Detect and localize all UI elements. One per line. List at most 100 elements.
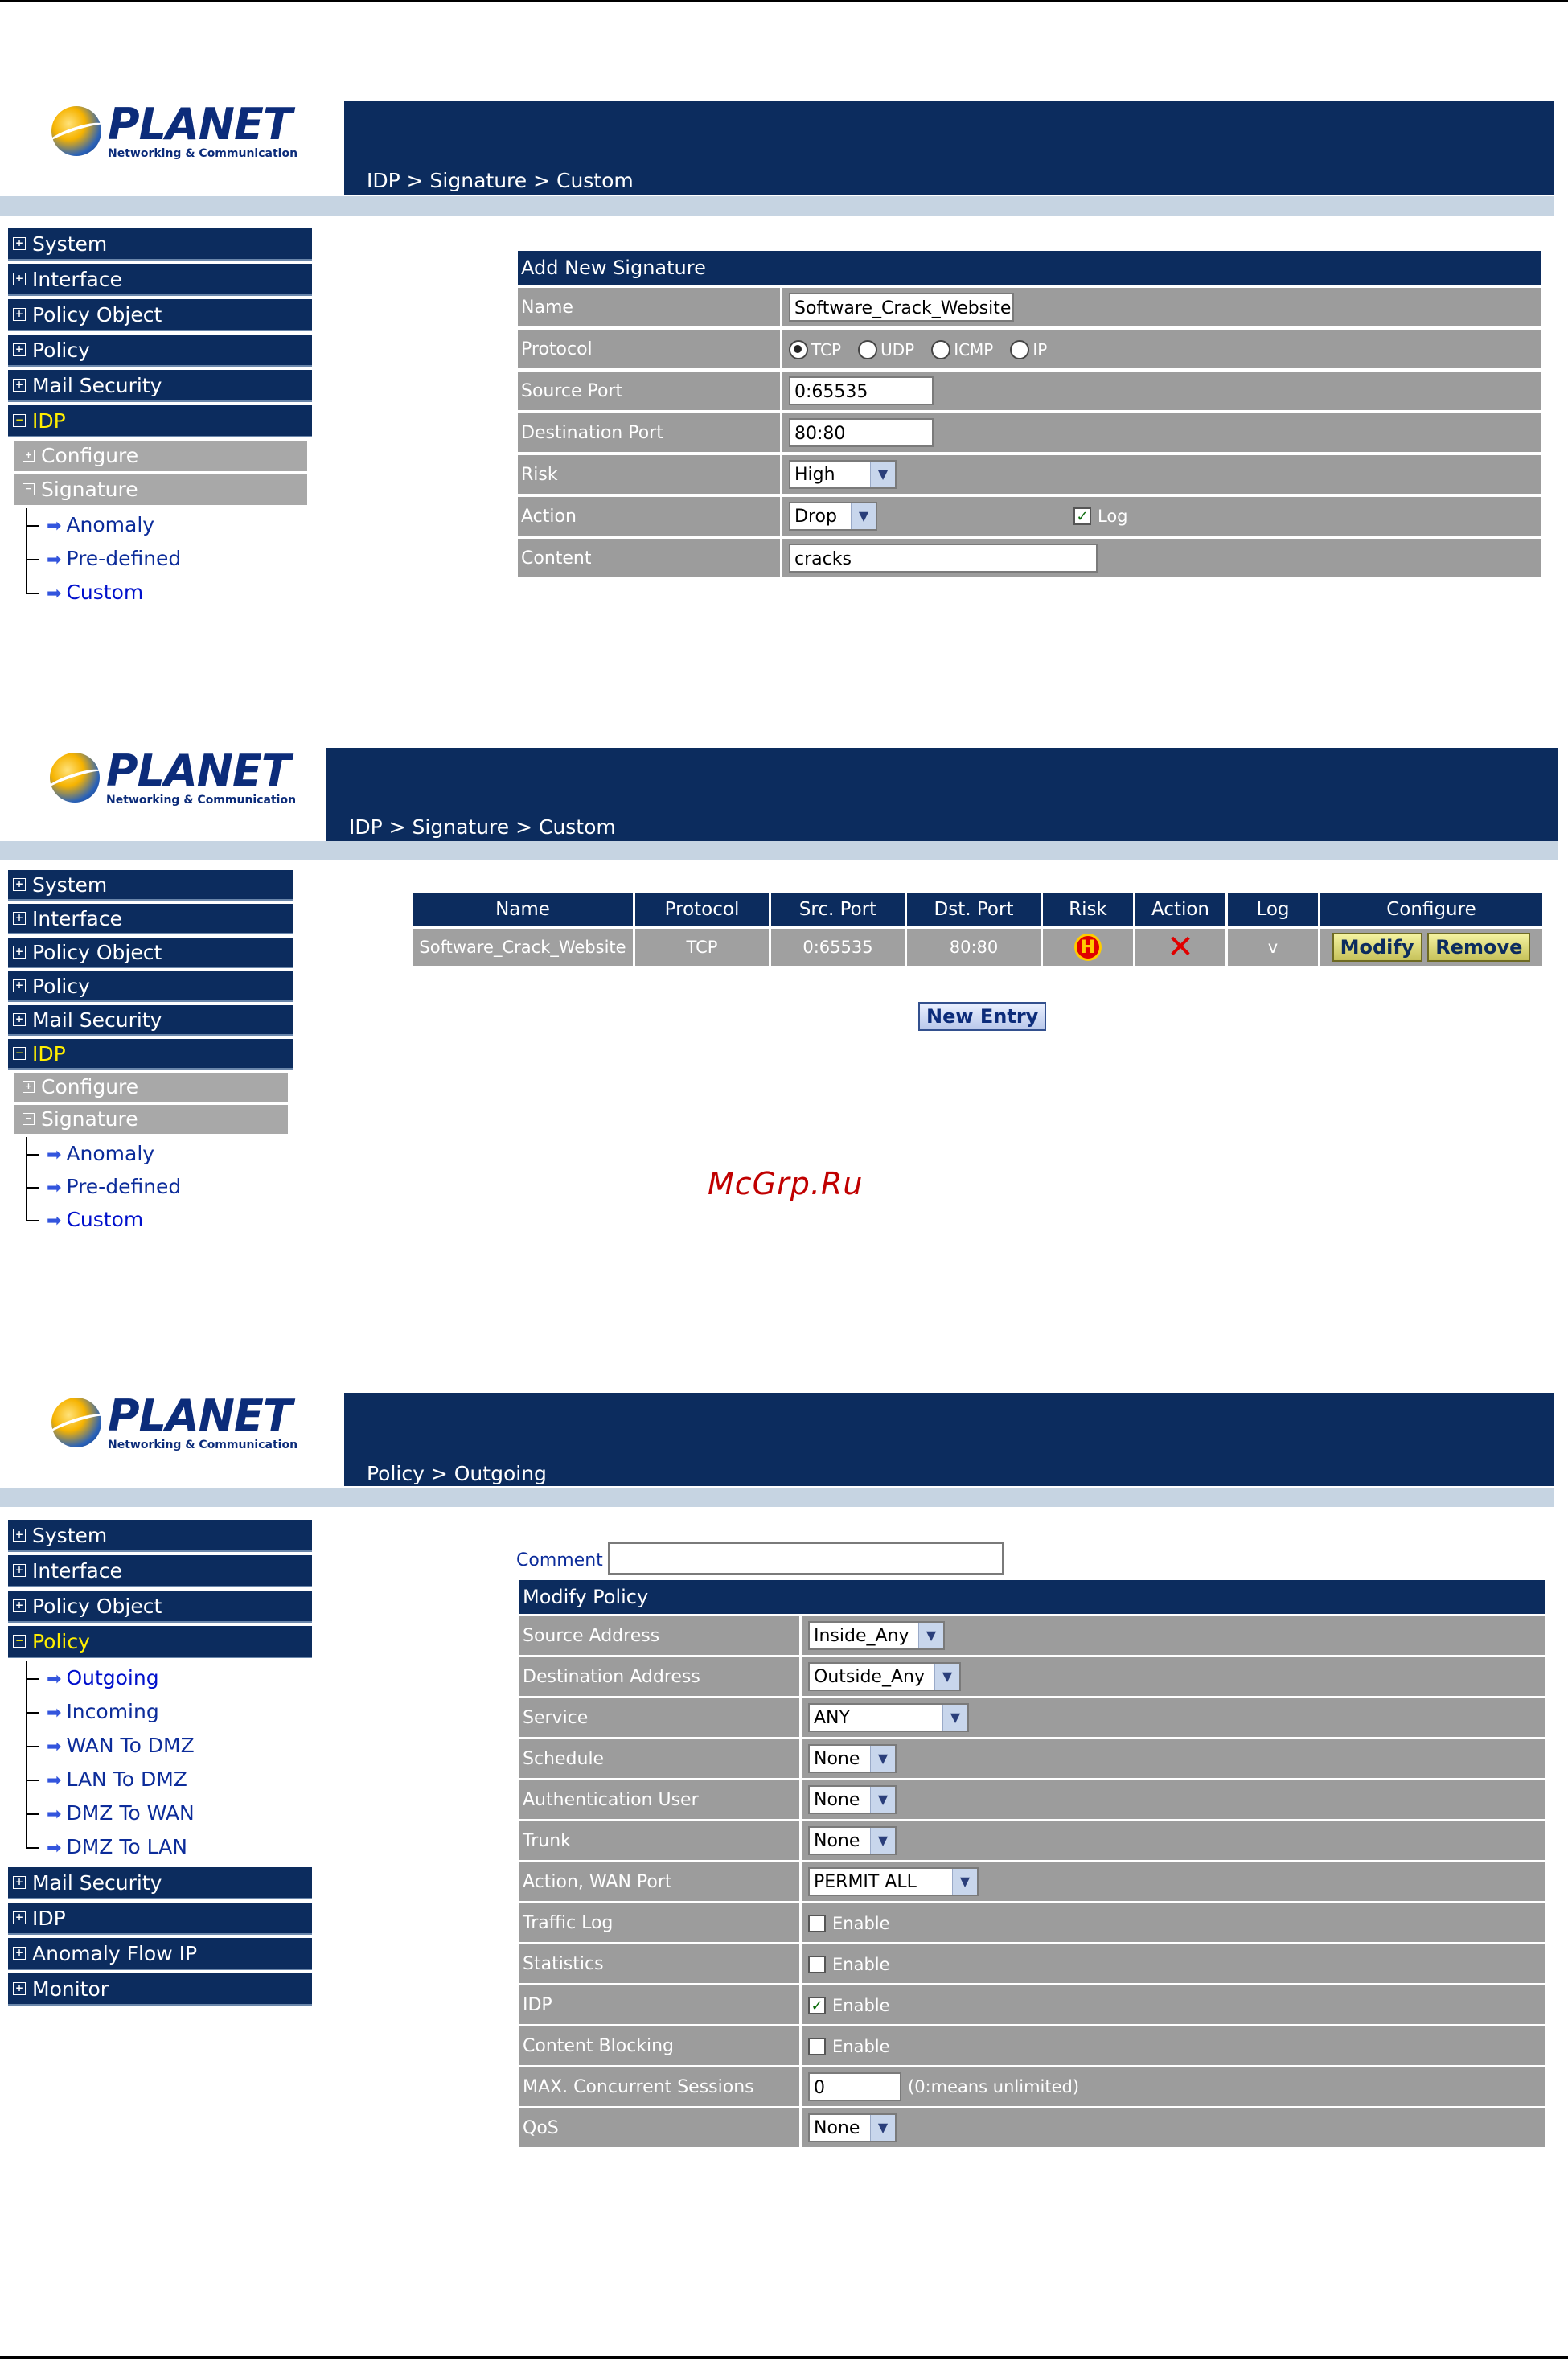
- destination-port-input[interactable]: 80:80: [789, 418, 934, 447]
- breadcrumb: Policy > Outgoing: [367, 1462, 547, 1485]
- arrow-right-icon: ➡: [47, 1669, 62, 1690]
- content-blocking-checkbox[interactable]: [808, 2037, 826, 2055]
- expand-icon: +: [13, 912, 26, 925]
- log-checkbox[interactable]: ✓: [1073, 507, 1091, 525]
- comment-label: Comment :: [516, 1550, 615, 1570]
- action-select[interactable]: Drop ▼: [789, 502, 877, 531]
- source-port-label: Source Port: [518, 372, 782, 410]
- tree-item-outgoing[interactable]: ➡ Outgoing: [26, 1661, 312, 1695]
- drop-x-icon: ✕: [1167, 929, 1194, 966]
- collapse-icon: −: [13, 414, 26, 427]
- arrow-right-icon: ➡: [47, 516, 62, 536]
- qos-select[interactable]: None ▼: [808, 2113, 897, 2142]
- planet-globe-icon: [50, 753, 100, 803]
- tree-item-dmz-to-lan[interactable]: ➡ DMZ To LAN: [26, 1830, 312, 1864]
- menu-item-policy-object[interactable]: + Policy Object: [8, 299, 312, 331]
- watermark: McGrp.Ru: [708, 1166, 864, 1201]
- menu-item-interface[interactable]: + Interface: [8, 904, 293, 934]
- trunk-select[interactable]: None ▼: [808, 1826, 897, 1855]
- group-signature[interactable]: − Signature: [14, 474, 307, 505]
- menu-item-mail-security[interactable]: + Mail Security: [8, 1867, 312, 1899]
- group-signature[interactable]: − Signature: [14, 1105, 288, 1134]
- cell-risk: H: [1043, 926, 1133, 966]
- collapse-icon: −: [13, 1635, 26, 1648]
- schedule-select[interactable]: None ▼: [808, 1744, 897, 1773]
- expand-icon: +: [13, 1564, 26, 1577]
- menu-item-mail-security[interactable]: + Mail Security: [8, 1005, 293, 1036]
- table-row: Software_Crack_Website TCP 0:65535 80:80…: [413, 926, 1542, 966]
- comment-input[interactable]: [608, 1542, 1004, 1575]
- menu-item-policy[interactable]: + Policy: [8, 335, 312, 367]
- arrow-right-icon: ➡: [47, 550, 62, 570]
- tree-item-lan-to-dmz[interactable]: ➡ LAN To DMZ: [26, 1763, 312, 1796]
- arrow-right-icon: ➡: [47, 1703, 62, 1723]
- destination-address-label: Destination Address: [519, 1657, 802, 1696]
- header-subbar: [0, 841, 1558, 860]
- menu-item-system[interactable]: + System: [8, 228, 312, 261]
- menu-item-system[interactable]: + System: [8, 1520, 312, 1552]
- group-configure[interactable]: + Configure: [14, 1073, 288, 1102]
- tree-item-dmz-to-wan[interactable]: ➡ DMZ To WAN: [26, 1796, 312, 1830]
- menu-item-idp[interactable]: − IDP: [8, 405, 312, 437]
- tree-item-pre-defined[interactable]: ➡ Pre-defined: [26, 542, 312, 576]
- group-configure[interactable]: + Configure: [14, 441, 307, 471]
- protocol-udp-radio[interactable]: [858, 339, 878, 359]
- menu-item-policy-object[interactable]: + Policy Object: [8, 938, 293, 968]
- menu-item-system[interactable]: + System: [8, 870, 293, 901]
- max-concurrent-sessions-input[interactable]: 0: [808, 2072, 901, 2101]
- menu-item-policy[interactable]: + Policy: [8, 971, 293, 1002]
- menu-item-idp[interactable]: + IDP: [8, 1903, 312, 1935]
- protocol-icmp-radio[interactable]: [931, 339, 951, 359]
- breadcrumb: IDP > Signature > Custom: [349, 815, 616, 839]
- tree-item-wan-to-dmz[interactable]: ➡ WAN To DMZ: [26, 1729, 312, 1763]
- action-wan-port-select[interactable]: PERMIT ALL ▼: [808, 1867, 979, 1896]
- tree-item-custom[interactable]: ➡ Custom: [26, 1203, 293, 1236]
- menu-item-idp[interactable]: − IDP: [8, 1039, 293, 1070]
- tree-item-pre-defined[interactable]: ➡ Pre-defined: [26, 1170, 293, 1203]
- authentication-user-select[interactable]: None ▼: [808, 1785, 897, 1814]
- chevron-down-icon: ▼: [870, 1746, 895, 1772]
- content-input[interactable]: cracks: [789, 544, 1098, 573]
- tree-item-anomaly[interactable]: ➡ Anomaly: [26, 1137, 293, 1170]
- column-header-name: Name: [413, 893, 633, 926]
- modify-policy-form: Modify Policy Source Address Inside_Any ▼…: [519, 1578, 1545, 2149]
- traffic-log-checkbox[interactable]: [808, 1914, 826, 1932]
- menu-item-interface[interactable]: + Interface: [8, 1555, 312, 1587]
- protocol-ip-radio[interactable]: [1010, 339, 1030, 359]
- traffic-log-label: Traffic Log: [519, 1903, 802, 1942]
- remove-button[interactable]: Remove: [1427, 933, 1531, 962]
- arrow-right-icon: ➡: [47, 1838, 62, 1858]
- menu-item-interface[interactable]: + Interface: [8, 264, 312, 296]
- planet-logo: PLANET Networking & Communication: [50, 749, 296, 806]
- chevron-down-icon: ▼: [851, 503, 876, 529]
- menu-item-policy[interactable]: − Policy: [8, 1626, 312, 1658]
- expand-icon: +: [13, 1982, 26, 1995]
- idp-checkbox[interactable]: ✓: [808, 1996, 826, 2014]
- expand-icon: +: [13, 1911, 26, 1924]
- source-address-select[interactable]: Inside_Any ▼: [808, 1621, 945, 1650]
- name-input[interactable]: Software_Crack_Website: [789, 293, 1014, 322]
- source-port-input[interactable]: 0:65535: [789, 376, 934, 405]
- statistics-checkbox[interactable]: [808, 1955, 826, 1973]
- tree-item-anomaly[interactable]: ➡ Anomaly: [26, 508, 312, 542]
- protocol-tcp-radio[interactable]: [789, 339, 808, 359]
- menu-item-mail-security[interactable]: + Mail Security: [8, 370, 312, 402]
- destination-address-select[interactable]: Outside_Any ▼: [808, 1662, 961, 1691]
- menu-item-monitor[interactable]: + Monitor: [8, 1973, 312, 2006]
- tree-item-incoming[interactable]: ➡ Incoming: [26, 1695, 312, 1729]
- service-select[interactable]: ANY ▼: [808, 1703, 969, 1732]
- menu-item-anomaly-flow-ip[interactable]: + Anomaly Flow IP: [8, 1938, 312, 1970]
- planet-logo: PLANET Networking & Communication: [51, 103, 298, 159]
- menu-item-policy-object[interactable]: + Policy Object: [8, 1591, 312, 1623]
- expand-icon: +: [13, 1529, 26, 1542]
- risk-select[interactable]: High ▼: [789, 460, 897, 489]
- arrow-right-icon: ➡: [47, 1804, 62, 1825]
- max-sessions-note: (0:means unlimited): [908, 2077, 1080, 2096]
- max-concurrent-sessions-label: MAX. Concurrent Sessions: [519, 2067, 802, 2106]
- cell-src-port: 0:65535: [771, 926, 905, 966]
- new-entry-button[interactable]: New Entry: [918, 1002, 1047, 1031]
- modify-button[interactable]: Modify: [1332, 933, 1422, 962]
- expand-icon: +: [13, 308, 26, 321]
- trunk-label: Trunk: [519, 1821, 802, 1860]
- tree-item-custom[interactable]: ➡ Custom: [26, 576, 312, 610]
